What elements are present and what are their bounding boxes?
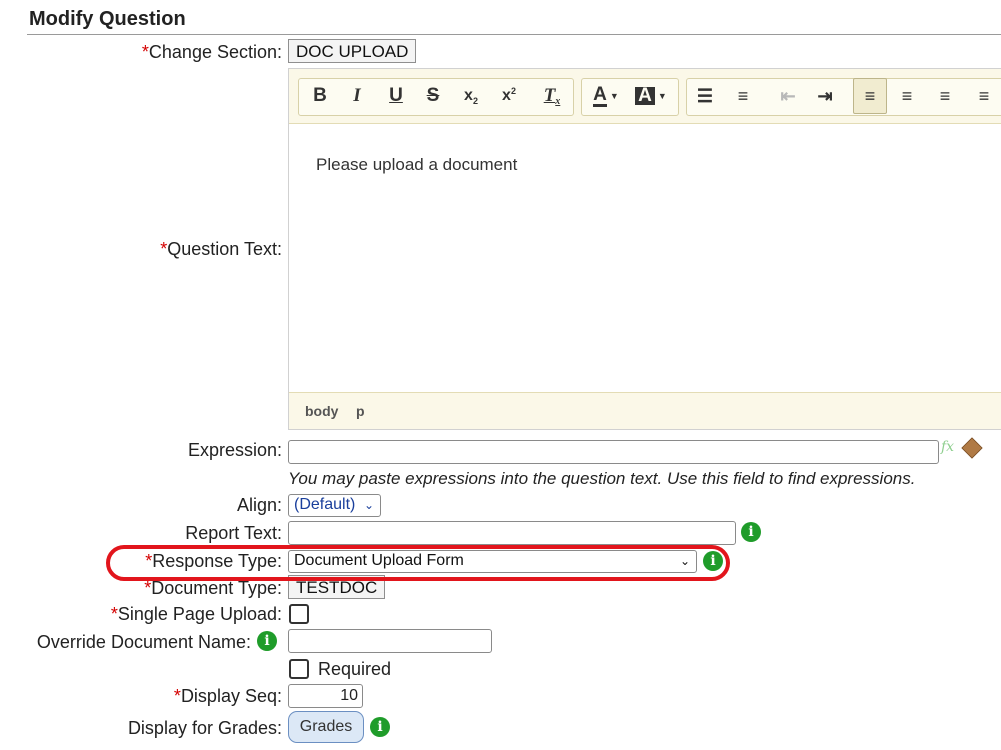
italic-button[interactable]: I [342, 78, 372, 114]
bold-button[interactable]: B [305, 78, 335, 114]
underline-button[interactable]: U [381, 78, 411, 114]
display-seq-input[interactable]: 10 [288, 684, 363, 708]
numbered-list-icon[interactable]: ☰ [690, 78, 720, 114]
single-page-upload-checkbox[interactable] [289, 604, 309, 624]
align-label: Align: [236, 495, 282, 515]
path-p[interactable]: p [356, 403, 365, 419]
strikethrough-button[interactable]: S [418, 78, 448, 114]
report-text-input[interactable] [288, 521, 736, 545]
required-label: Required [318, 659, 392, 679]
superscript-button[interactable]: x2 [494, 78, 524, 114]
override-document-name-label: Override Document Name: [36, 632, 251, 652]
decrease-indent-icon[interactable]: ⇤ [773, 78, 803, 114]
editor-path-bar: body p [289, 392, 1001, 429]
increase-indent-icon[interactable]: ⇥ [810, 78, 840, 114]
remove-format-button[interactable]: Tx [537, 78, 567, 114]
question-text-label: *Question Text: [160, 239, 282, 259]
align-center-icon[interactable]: ≡ [892, 78, 922, 114]
document-type-label: *Document Type: [144, 578, 282, 598]
expression-label: Expression: [187, 440, 282, 460]
editor-content[interactable]: Please upload a document [316, 155, 517, 175]
report-text-label: Report Text: [185, 523, 282, 543]
single-page-upload-label: *Single Page Upload: [110, 604, 282, 624]
grades-info-icon[interactable]: i [370, 717, 390, 737]
background-color-button[interactable]: A ▼ [632, 78, 670, 114]
override-name-info-icon[interactable]: i [257, 631, 277, 651]
display-seq-label: *Display Seq: [173, 686, 282, 706]
bulleted-list-icon[interactable]: ≡ [728, 78, 758, 114]
expression-input[interactable] [288, 440, 939, 464]
title-divider [27, 34, 1001, 35]
align-left-icon[interactable]: ≡ [853, 78, 887, 114]
align-select[interactable]: (Default) ⌄ [288, 494, 381, 517]
override-document-name-input[interactable] [288, 629, 492, 653]
editor-toolbar: B I U S x2 x2 Tx A ▼ A ▼ ☰ ≡ ⇤ ⇥ ≡ ≡ ≡ ≡ [289, 69, 1001, 124]
grades-button[interactable]: Grades [288, 711, 364, 743]
justify-icon[interactable]: ≡ [969, 78, 999, 114]
expression-hint: You may paste expressions into the quest… [288, 469, 916, 488]
response-type-highlight [106, 545, 730, 581]
expression-tools-icon[interactable]: fx [941, 437, 983, 461]
path-body[interactable]: body [305, 403, 338, 419]
change-section-value[interactable]: DOC UPLOAD [288, 39, 417, 63]
page-title: Modify Question [29, 8, 186, 30]
align-right-icon[interactable]: ≡ [930, 78, 960, 114]
display-for-grades-label: Display for Grades: [127, 718, 282, 738]
report-text-info-icon[interactable]: i [741, 522, 761, 542]
text-color-button[interactable]: A ▼ [587, 78, 625, 114]
required-checkbox[interactable] [289, 659, 309, 679]
rich-text-editor[interactable]: B I U S x2 x2 Tx A ▼ A ▼ ☰ ≡ ⇤ ⇥ ≡ ≡ ≡ ≡ P… [288, 68, 1001, 430]
subscript-button[interactable]: x2 [456, 78, 486, 114]
change-section-label: *Change Section: [141, 42, 282, 62]
